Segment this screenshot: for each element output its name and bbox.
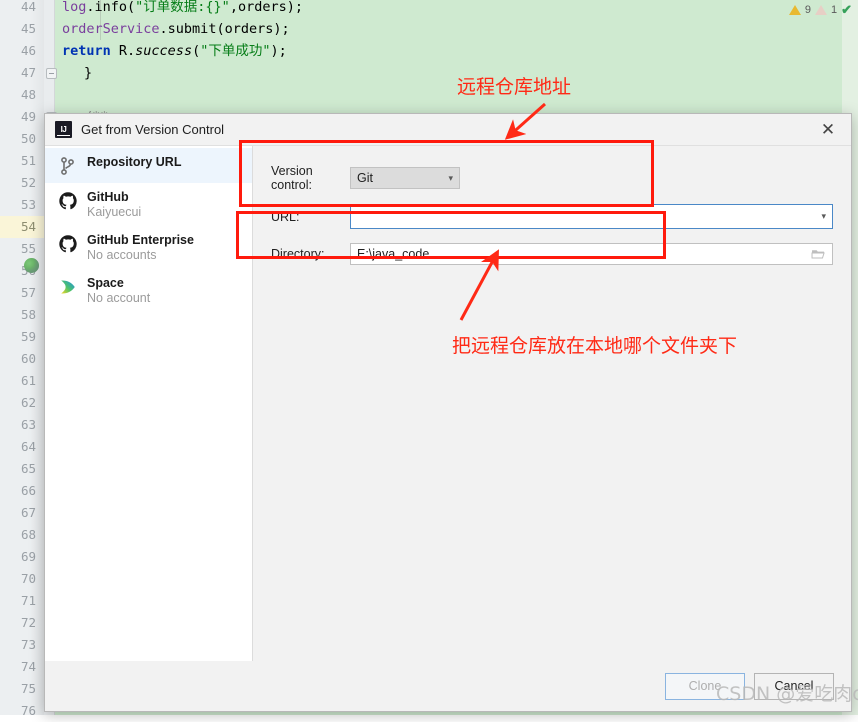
url-row: URL: ▾	[271, 204, 833, 229]
line-number: 71	[20, 593, 36, 608]
directory-value: E:\java_code	[357, 247, 430, 261]
dialog-body: Repository URL GitHub Kaiyuecui GitHub E…	[45, 146, 851, 661]
line-number: 52	[20, 175, 36, 190]
sidebar-item-label: GitHub	[87, 190, 129, 204]
line-number: 54	[0, 216, 44, 238]
github-icon	[58, 191, 78, 211]
code-fold-toggle[interactable]	[46, 68, 57, 79]
jetbrains-space-icon	[58, 277, 78, 297]
sidebar-item-github-enterprise[interactable]: GitHub Enterprise No accounts	[45, 226, 252, 269]
line-number: 75	[20, 681, 36, 696]
line-number: 60	[20, 351, 36, 366]
code-line-46: return R.success("下单成功");	[62, 43, 287, 59]
directory-input[interactable]: E:\java_code	[350, 243, 833, 265]
line-number: 65	[20, 461, 36, 476]
line-number: 55	[20, 241, 36, 256]
chevron-down-icon: ▾	[448, 172, 453, 183]
line-number: 74	[20, 659, 36, 674]
weak-warning-count: 1	[830, 4, 838, 16]
version-control-row: Version control: Git ▾	[271, 164, 833, 192]
url-input[interactable]: ▾	[350, 204, 833, 229]
dialog-title-bar: Get from Version Control ✕	[45, 114, 851, 146]
line-number: 46	[20, 43, 36, 58]
inspection-ok-icon: ✔	[841, 2, 852, 17]
sidebar-item-subtitle: No accounts	[87, 248, 157, 262]
line-number: 45	[20, 21, 36, 36]
sidebar-item-label: Repository URL	[87, 155, 182, 169]
dialog-content-panel: Version control: Git ▾ URL: ▾ Directory:…	[253, 146, 851, 661]
code-line-47: }	[84, 65, 93, 81]
code-line-45: orderService.submit(orders);	[62, 21, 290, 37]
sidebar-item-github[interactable]: GitHub Kaiyuecui	[45, 183, 252, 226]
line-number: 47	[20, 65, 36, 80]
url-label: URL:	[271, 209, 300, 224]
dialog-title: Get from Version Control	[81, 122, 225, 137]
line-number: 49	[20, 109, 36, 124]
line-number: 44	[20, 0, 36, 14]
run-gutter-icon[interactable]	[24, 258, 39, 273]
line-number: 69	[20, 549, 36, 564]
sidebar-item-subtitle: Kaiyuecui	[87, 205, 142, 219]
line-number: 73	[20, 637, 36, 652]
code-line-44: log.info("订单数据:{}",orders);	[62, 0, 303, 15]
git-branch-icon	[58, 156, 78, 176]
dialog-footer: Clone Cancel	[45, 661, 851, 711]
close-icon[interactable]: ✕	[811, 116, 845, 144]
line-number: 58	[20, 307, 36, 322]
line-number: 57	[20, 285, 36, 300]
line-number: 51	[20, 153, 36, 168]
directory-label: Directory:	[271, 247, 325, 261]
weak-warning-icon	[814, 5, 827, 15]
version-control-label: Version control:	[271, 164, 313, 192]
version-control-select[interactable]: Git ▾	[350, 167, 460, 189]
line-number: 53	[20, 197, 36, 212]
sidebar-item-label: GitHub Enterprise	[87, 233, 194, 247]
clone-button[interactable]: Clone	[665, 672, 745, 700]
chevron-down-icon[interactable]: ▾	[821, 211, 826, 222]
line-number: 67	[20, 505, 36, 520]
line-number: 63	[20, 417, 36, 432]
provider-sidebar: Repository URL GitHub Kaiyuecui GitHub E…	[45, 146, 253, 661]
line-number: 62	[20, 395, 36, 410]
directory-row: Directory: E:\java_code	[271, 243, 833, 265]
warning-count: 9	[804, 4, 811, 16]
sidebar-item-repository-url[interactable]: Repository URL	[45, 148, 252, 183]
line-number: 50	[20, 131, 36, 146]
inspection-widget[interactable]: 9 1 ✔	[788, 0, 858, 20]
sidebar-item-label: Space	[87, 276, 124, 290]
get-from-version-control-dialog: Get from Version Control ✕ Repository UR…	[44, 113, 852, 712]
version-control-value: Git	[357, 171, 373, 185]
line-number: 64	[20, 439, 36, 454]
github-icon	[58, 234, 78, 254]
line-number: 68	[20, 527, 36, 542]
line-number: 66	[20, 483, 36, 498]
line-number: 61	[20, 373, 36, 388]
warning-icon	[788, 5, 801, 15]
line-number: 76	[20, 703, 36, 718]
sidebar-item-subtitle: No account	[87, 291, 151, 305]
folder-open-icon[interactable]	[811, 248, 826, 260]
line-number: 72	[20, 615, 36, 630]
line-number: 70	[20, 571, 36, 586]
intellij-idea-icon	[55, 121, 72, 138]
line-number: 48	[20, 87, 36, 102]
cancel-button[interactable]: Cancel	[754, 672, 834, 700]
line-number: 59	[20, 329, 36, 344]
sidebar-item-space[interactable]: Space No account	[45, 269, 252, 312]
